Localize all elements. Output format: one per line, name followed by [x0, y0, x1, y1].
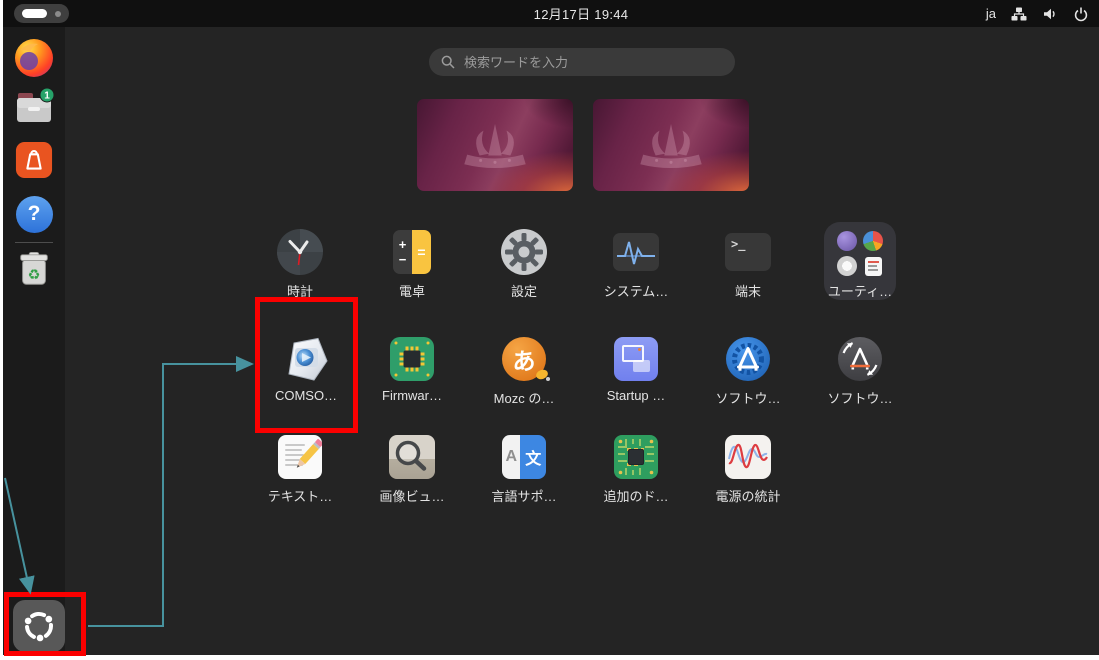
files-icon: 1 [14, 88, 54, 128]
app-label: テキスト… [268, 486, 333, 505]
dock-item-files[interactable]: 1 [14, 88, 54, 128]
workspace-inactive-dot [55, 11, 61, 17]
trash-icon: ♻ [15, 251, 53, 289]
dock-item-trash[interactable]: ♻ [14, 250, 54, 290]
document-mini-icon [865, 257, 882, 276]
app-image-viewer[interactable]: 画像ビュ… [362, 434, 462, 505]
app-terminal[interactable]: >_ 端末 [698, 229, 798, 300]
files-badge: 1 [44, 91, 50, 102]
app-label: ソフトウ… [827, 388, 892, 407]
workspace-indicator-pill[interactable] [14, 4, 69, 23]
firmware-icon [389, 336, 435, 382]
workspace-thumbnail-1[interactable] [417, 99, 573, 191]
app-label: 言語サポ… [491, 486, 556, 505]
additional-drivers-icon [613, 434, 659, 480]
mozc-icon: あ [501, 336, 547, 382]
network-wired-icon [1011, 6, 1027, 22]
volume-icon [1042, 6, 1058, 22]
app-software-updater[interactable]: ソフトウ… [810, 336, 910, 407]
image-viewer-icon [389, 434, 435, 480]
crown-wallpaper-art [447, 116, 543, 174]
app-label: 追加のド… [603, 486, 668, 505]
power-icon [1073, 6, 1089, 22]
app-label: 端末 [735, 281, 761, 300]
app-folder-utilities[interactable]: ユーティ… [824, 222, 896, 300]
dock-item-ubuntu-software[interactable] [14, 140, 54, 180]
software-updater-icon [837, 336, 883, 382]
clock-menu[interactable]: 12月17日 19:44 [534, 0, 629, 27]
disk-usage-mini-icon [863, 231, 883, 251]
status-area[interactable]: ja [986, 0, 1089, 27]
app-clock[interactable]: 時計 [250, 229, 350, 300]
search-icon [441, 55, 455, 69]
app-power-statistics[interactable]: 電源の統計 [698, 434, 798, 505]
clock-icon [277, 229, 323, 275]
software-store-icon [725, 336, 771, 382]
search-bar[interactable] [429, 48, 735, 76]
app-label: COMSO… [275, 388, 337, 403]
workspace-active-dot [22, 9, 47, 18]
firefox-icon [14, 38, 54, 78]
app-label: 設定 [511, 281, 537, 300]
disks-mini-icon [837, 256, 857, 276]
app-label: ユーティ… [828, 281, 892, 300]
terminal-icon: >_ [725, 229, 771, 275]
dock-item-help[interactable]: ? [14, 194, 54, 234]
language-support-icon: A 文 [501, 434, 547, 480]
dock-separator [15, 242, 53, 243]
search-input[interactable] [462, 54, 716, 71]
app-startup-disk-creator[interactable]: Startup … [586, 336, 686, 403]
workspace-thumbnail-2[interactable] [593, 99, 749, 191]
startup-disk-icon [613, 336, 659, 382]
settings-gear-icon [501, 229, 547, 275]
power-statistics-icon [725, 434, 771, 480]
app-calculator[interactable]: +− = 電卓 [362, 229, 462, 300]
show-applications-button[interactable] [13, 600, 65, 652]
app-system-monitor[interactable]: システム… [586, 229, 686, 300]
desktop-overview: 12月17日 19:44 ja [0, 0, 1099, 660]
help-icon: ? [16, 196, 53, 233]
ubuntu-software-icon [15, 141, 53, 179]
comsol-icon [283, 336, 329, 382]
app-language-support[interactable]: A 文 言語サポ… [474, 434, 574, 505]
app-software-store[interactable]: ソフトウ… [698, 336, 798, 407]
app-firmware[interactable]: Firmwar… [362, 336, 462, 403]
calculator-icon: +− = [389, 229, 435, 275]
app-label: 電卓 [399, 281, 425, 300]
app-label: 画像ビュ… [379, 486, 444, 505]
text-editor-icon [277, 434, 323, 480]
folder-preview-icons [837, 231, 883, 276]
app-label: 電源の統計 [715, 486, 780, 505]
system-monitor-icon [613, 229, 659, 275]
svg-text:♻: ♻ [28, 268, 41, 284]
dash-dock: 1 ? ♻ [3, 27, 65, 655]
app-label: Mozc の… [494, 388, 555, 407]
top-bar: 12月17日 19:44 ja [3, 0, 1099, 27]
app-label: システム… [604, 281, 669, 300]
app-label: ソフトウ… [715, 388, 780, 407]
dock-item-firefox[interactable] [14, 38, 54, 78]
input-source-indicator[interactable]: ja [986, 6, 996, 21]
app-additional-drivers[interactable]: 追加のド… [586, 434, 686, 505]
crown-wallpaper-art [623, 116, 719, 174]
tweaks-mini-icon [837, 231, 857, 251]
app-label: Firmwar… [382, 388, 442, 403]
app-text-editor[interactable]: テキスト… [250, 434, 350, 505]
app-label: 時計 [287, 281, 313, 300]
app-label: Startup … [607, 388, 666, 403]
ubuntu-logo-icon [23, 610, 55, 642]
app-settings[interactable]: 設定 [474, 229, 574, 300]
app-mozc-setup[interactable]: あ Mozc の… [474, 336, 574, 407]
app-comsol[interactable]: COMSO… [256, 336, 356, 403]
